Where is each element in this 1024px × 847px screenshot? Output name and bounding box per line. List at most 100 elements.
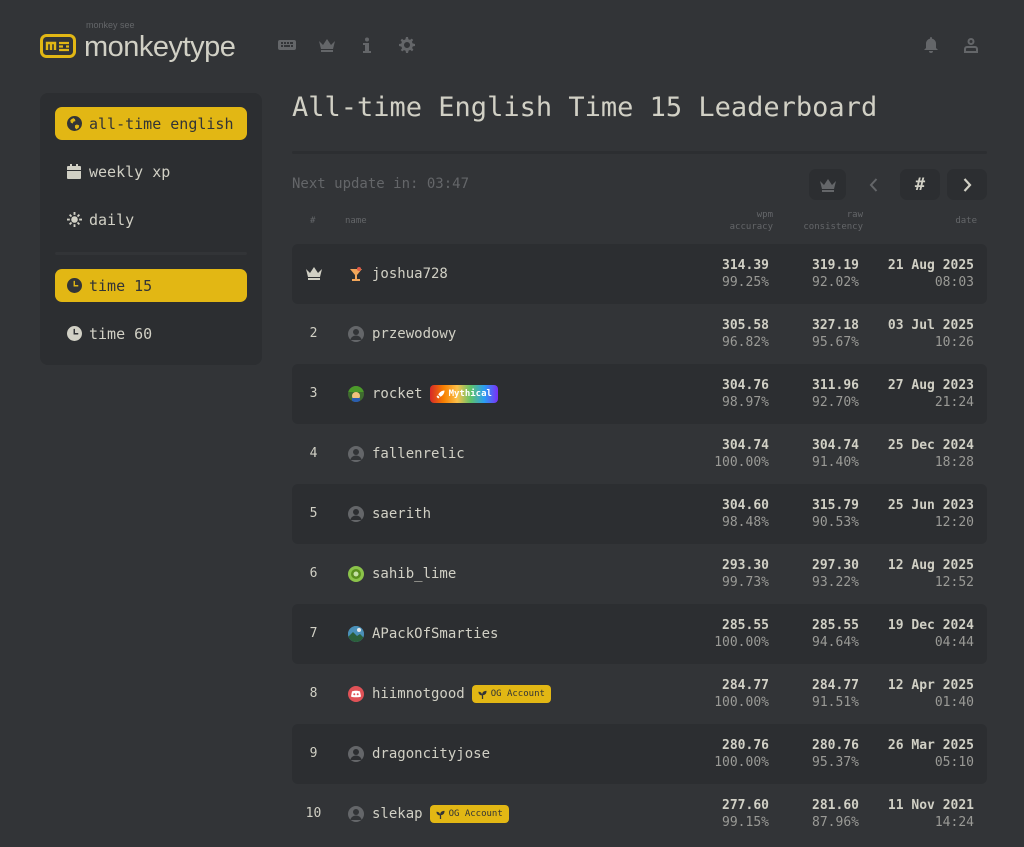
wpm-accuracy-cell: 304.60 98.48% — [692, 497, 769, 531]
table-row[interactable]: 6 sahib_lime 293.30 99.73% 297.30 93.22%… — [292, 544, 987, 604]
consistency-value: 95.67% — [812, 335, 859, 350]
wpm-value: 304.76 — [722, 378, 769, 393]
table-row[interactable]: 10 slekap OG Account 277.60 99.15% 281.6… — [292, 784, 987, 844]
cocktail-icon — [348, 266, 364, 282]
user-icon[interactable] — [962, 36, 980, 54]
rank-cell: 3 — [309, 385, 318, 401]
date-value: 03 Jul 2025 — [887, 318, 974, 333]
table-row[interactable]: 4 fallenrelic 304.74 100.00% 304.74 91.4… — [292, 424, 987, 484]
table-row[interactable]: joshua728 314.39 99.25% 319.19 92.02% 21… — [292, 244, 987, 304]
sidebar-item-all-time-english[interactable]: all-time english — [55, 107, 247, 140]
gear-icon[interactable] — [398, 36, 416, 54]
wpm-accuracy-cell: 304.76 98.97% — [692, 377, 769, 411]
calendar-icon — [66, 164, 82, 180]
raw-consistency-cell: 281.60 87.96% — [780, 797, 859, 831]
default-user-icon — [348, 506, 364, 522]
username-link[interactable]: dragoncityjose — [372, 746, 490, 762]
crown-icon[interactable] — [318, 36, 336, 54]
table-row[interactable]: 3 rocket Mythical 304.76 98.97% 311.96 9… — [292, 364, 987, 424]
wpm-value: 304.74 — [722, 438, 769, 453]
raw-value: 311.96 — [812, 378, 859, 393]
raw-value: 284.77 — [812, 678, 859, 693]
user-cell: hiimnotgood OG Account — [348, 664, 551, 724]
time-value: 10:26 — [934, 335, 974, 350]
date-value: 12 Apr 2025 — [887, 678, 974, 693]
sidebar-item-weekly-xp[interactable]: weekly xp — [55, 155, 247, 188]
raw-value: 304.74 — [812, 438, 859, 453]
consistency-value: 95.37% — [812, 755, 859, 770]
raw-consistency-cell: 327.18 95.67% — [780, 317, 859, 351]
accuracy-value: 100.00% — [714, 635, 769, 650]
date-value: 25 Dec 2024 — [887, 438, 974, 453]
table-row[interactable]: 2 przewodowy 305.58 96.82% 327.18 95.67%… — [292, 304, 987, 364]
wpm-value: 284.77 — [722, 678, 769, 693]
default-user-icon — [348, 326, 364, 342]
username-link[interactable]: saerith — [372, 506, 431, 522]
accuracy-value: 99.73% — [722, 575, 769, 590]
character-avatar — [348, 386, 364, 402]
info-icon[interactable] — [358, 36, 376, 54]
table-row[interactable]: 9 dragoncityjose 280.76 100.00% 280.76 9… — [292, 724, 987, 784]
next-page-button[interactable] — [947, 169, 987, 200]
date-cell: 25 Jun 2023 12:20 — [874, 497, 974, 531]
wpm-value: 280.76 — [722, 738, 769, 753]
raw-value: 280.76 — [812, 738, 859, 753]
col-wpm: wpm — [756, 210, 773, 220]
user-cell: przewodowy — [348, 304, 456, 364]
wpm-value: 285.55 — [722, 618, 769, 633]
logo[interactable]: monkey see monkeytype — [40, 20, 236, 68]
raw-value: 281.60 — [812, 798, 859, 813]
date-value: 19 Dec 2024 — [887, 618, 974, 633]
consistency-value: 87.96% — [812, 815, 859, 830]
user-cell: dragoncityjose — [348, 724, 490, 784]
username-link[interactable]: slekap — [372, 806, 423, 822]
table-row[interactable]: 7 APackOfSmarties 285.55 100.00% 285.55 … — [292, 604, 987, 664]
sidebar-item-time-15[interactable]: time 15 — [55, 269, 247, 302]
user-cell: rocket Mythical — [348, 364, 498, 424]
wpm-value: 277.60 — [722, 798, 769, 813]
date-cell: 03 Jul 2025 10:26 — [874, 317, 974, 351]
username-link[interactable]: przewodowy — [372, 326, 456, 342]
raw-consistency-cell: 319.19 92.02% — [780, 257, 859, 291]
jump-to-rank-button[interactable]: # — [900, 169, 940, 200]
user-cell: slekap OG Account — [348, 784, 509, 844]
next-update-timer: Next update in: 03:47 — [292, 176, 470, 192]
sidebar-item-label: daily — [89, 210, 135, 229]
title-divider — [292, 151, 987, 154]
leaderboard-sidebar: all-time english weekly xp daily time 15… — [40, 93, 262, 365]
username-link[interactable]: hiimnotgood — [372, 686, 465, 702]
username-link[interactable]: APackOfSmarties — [372, 626, 498, 642]
table-row[interactable]: 5 saerith 304.60 98.48% 315.79 90.53% 25… — [292, 484, 987, 544]
rocket-icon — [436, 389, 445, 399]
username-link[interactable]: rocket — [372, 386, 423, 402]
raw-consistency-cell: 311.96 92.70% — [780, 377, 859, 411]
user-cell: APackOfSmarties — [348, 604, 498, 664]
wpm-accuracy-cell: 305.58 96.82% — [692, 317, 769, 351]
accuracy-value: 99.15% — [722, 815, 769, 830]
sidebar-divider — [55, 252, 247, 255]
table-row[interactable]: 8 hiimnotgood OG Account 284.77 100.00% … — [292, 664, 987, 724]
username-link[interactable]: joshua728 — [372, 266, 448, 282]
og-account-badge: OG Account — [471, 685, 551, 703]
raw-value: 297.30 — [812, 558, 859, 573]
username-link[interactable]: sahib_lime — [372, 566, 456, 582]
badge-label: Mythical — [448, 389, 492, 399]
time-value: 12:20 — [934, 515, 974, 530]
keyboard-icon[interactable] — [278, 36, 296, 54]
rank-cell: 4 — [309, 445, 318, 461]
consistency-value: 91.40% — [812, 455, 859, 470]
wpm-accuracy-cell: 280.76 100.00% — [692, 737, 769, 771]
sidebar-item-daily[interactable]: daily — [55, 203, 247, 236]
username-link[interactable]: fallenrelic — [372, 446, 465, 462]
previous-page-button[interactable] — [855, 169, 892, 200]
logo-keyboard-icon — [40, 34, 76, 58]
wpm-accuracy-cell: 314.39 99.25% — [692, 257, 769, 291]
bell-icon[interactable] — [922, 36, 940, 54]
sidebar-item-label: weekly xp — [89, 162, 171, 181]
raw-consistency-cell: 297.30 93.22% — [780, 557, 859, 591]
crown-jump-button[interactable] — [809, 169, 846, 200]
col-rank: # — [310, 216, 316, 226]
sidebar-item-time-60[interactable]: time 60 — [55, 317, 247, 350]
time-value: 12:52 — [934, 575, 974, 590]
col-date: date — [955, 216, 977, 226]
